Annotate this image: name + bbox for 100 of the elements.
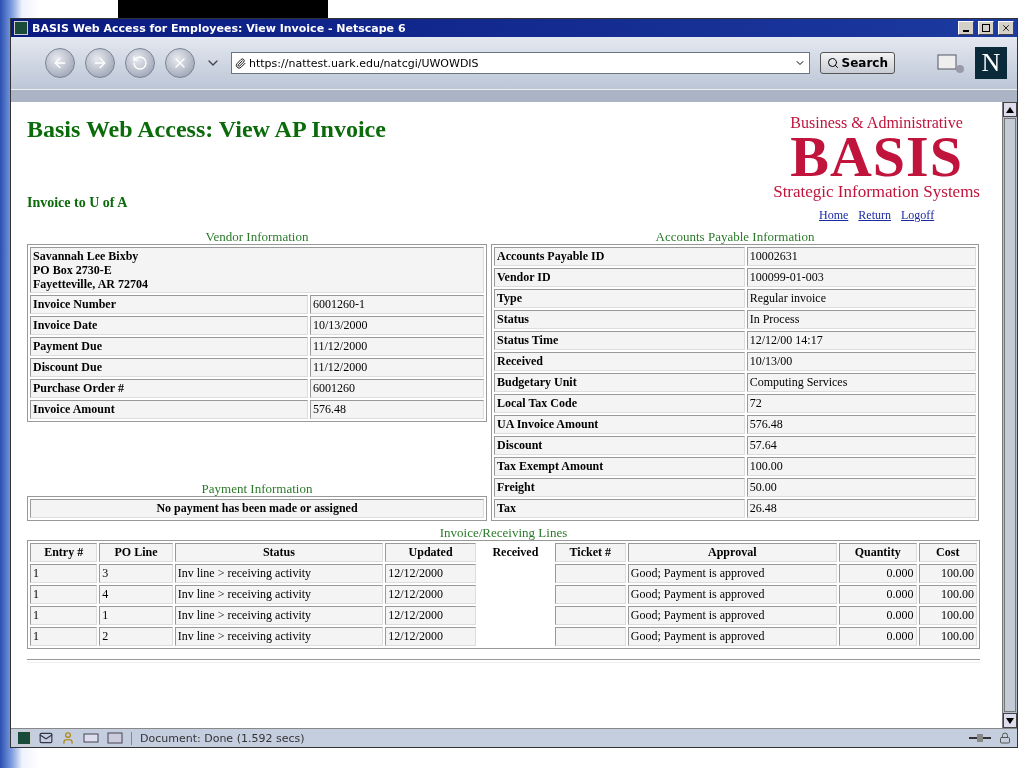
lock-icon[interactable] (999, 732, 1011, 744)
page-title: Basis Web Access: View AP Invoice (27, 116, 386, 143)
field-label: Discount Due (30, 358, 308, 377)
column-header: Approval (627, 543, 837, 562)
table-cell: Inv line > receiving activity (174, 585, 384, 604)
table-cell: 1 (30, 627, 98, 646)
field-value: 11/12/2000 (309, 337, 484, 356)
column-header: Updated (385, 543, 476, 562)
up-arrow-icon[interactable] (1006, 106, 1014, 113)
field-label: Type (494, 289, 745, 308)
column-header: Entry # (30, 543, 98, 562)
field-value: 72 (746, 394, 976, 413)
section-heading: Vendor Information (204, 229, 310, 244)
payment-message: No payment has been made or assigned (30, 499, 484, 518)
column-header: Ticket # (554, 543, 626, 562)
window-title: BASIS Web Access for Employees: View Invoice - Netscape 6 (32, 21, 407, 35)
reload-button[interactable] (125, 48, 155, 78)
table-cell: 100.00 (918, 627, 977, 646)
field-label: Tax Exempt Amount (494, 457, 745, 476)
table-cell: 1 (30, 585, 98, 604)
field-label: Status (494, 310, 745, 329)
netscape-logo[interactable]: N (975, 47, 1007, 79)
table-cell: Good; Payment is approved (627, 585, 837, 604)
paperclip-icon (235, 57, 246, 69)
table-cell: 12/12/2000 (385, 627, 476, 646)
field-label: Budgetary Unit (494, 373, 745, 392)
logo-text: BASIS (790, 132, 963, 182)
table-cell: Good; Payment is approved (627, 564, 837, 583)
nav-link[interactable]: Return (858, 208, 892, 223)
mail-icon[interactable] (39, 731, 53, 745)
table-cell: 4 (99, 585, 173, 604)
table-cell: 2 (99, 627, 173, 646)
down-arrow-icon[interactable] (1006, 717, 1014, 724)
maximize-button[interactable] (978, 21, 994, 35)
forward-button[interactable] (85, 48, 115, 78)
field-label: Tax (494, 499, 745, 518)
logo-tagline: Business & Administrative (790, 114, 963, 132)
table-cell: Good; Payment is approved (627, 606, 837, 625)
field-value: 10/13/00 (746, 352, 976, 371)
field-value: 576.48 (309, 400, 484, 419)
field-value: 50.00 (746, 478, 976, 497)
field-value: 576.48 (746, 415, 976, 434)
column-header: Status (174, 543, 384, 562)
table-cell: 100.00 (918, 564, 977, 583)
field-label: Vendor ID (494, 268, 745, 287)
section-heading: Accounts Payable Information (654, 229, 816, 244)
table-cell: 100.00 (918, 606, 977, 625)
table-cell: 12/12/2000 (385, 585, 476, 604)
nav-link[interactable]: Home (819, 208, 849, 223)
table-cell: 1 (30, 564, 98, 583)
column-header: Quantity (838, 543, 917, 562)
table-cell: Inv line > receiving activity (174, 564, 384, 583)
field-label: Accounts Payable ID (494, 247, 745, 266)
search-button[interactable]: Search (819, 52, 895, 74)
minimize-button[interactable] (958, 21, 974, 35)
connection-icon[interactable] (969, 733, 991, 743)
table-cell: 1 (99, 606, 173, 625)
field-value: 10002631 (746, 247, 976, 266)
field-value: 100.00 (746, 457, 976, 476)
field-value: In Process (746, 310, 976, 329)
forward-icon (92, 55, 108, 71)
column-header: PO Line (99, 543, 173, 562)
section-heading: Payment Information (200, 481, 314, 496)
section-heading: Invoice/Receiving Lines (438, 525, 569, 540)
table-cell: Inv line > receiving activity (174, 627, 384, 646)
field-value: 26.48 (746, 499, 976, 518)
stop-button[interactable] (165, 48, 195, 78)
field-label: Invoice Date (30, 316, 308, 335)
table-cell: 12/12/2000 (385, 606, 476, 625)
field-value: 11/12/2000 (309, 358, 484, 377)
logo-subtitle: Strategic Information Systems (773, 182, 980, 202)
field-value: 57.64 (746, 436, 976, 455)
field-label: Purchase Order # (30, 379, 308, 398)
table-cell: 100.00 (918, 585, 977, 604)
table-cell: 1 (30, 606, 98, 625)
app-icon (14, 21, 28, 35)
page-subtitle: Invoice to U of A (27, 195, 129, 211)
nav-link[interactable]: Logoff (901, 208, 935, 223)
field-value: Regular invoice (746, 289, 976, 308)
navigator-icon[interactable] (17, 731, 31, 745)
scrollbar[interactable] (1002, 102, 1017, 728)
status-text: Document: Done (1.592 secs) (131, 731, 961, 745)
maximize-icon (982, 24, 990, 32)
field-label: Payment Due (30, 337, 308, 356)
close-button[interactable] (998, 21, 1014, 35)
back-button[interactable] (45, 48, 75, 78)
reload-icon (132, 55, 148, 71)
field-value: 6001260 (309, 379, 484, 398)
field-label: Status Time (494, 331, 745, 350)
field-value: 100099-01-003 (746, 268, 976, 287)
url-field[interactable]: https://nattest.uark.edu/natcgi/UWOWDIS (231, 52, 810, 74)
field-label: Discount (494, 436, 745, 455)
field-label: UA Invoice Amount (494, 415, 745, 434)
field-value: Computing Services (746, 373, 976, 392)
table-cell: 0.000 (838, 564, 917, 583)
field-value: 10/13/2000 (309, 316, 484, 335)
field-label: Local Tax Code (494, 394, 745, 413)
table-cell: 12/12/2000 (385, 564, 476, 583)
table-cell: 0.000 (838, 606, 917, 625)
field-label: Freight (494, 478, 745, 497)
